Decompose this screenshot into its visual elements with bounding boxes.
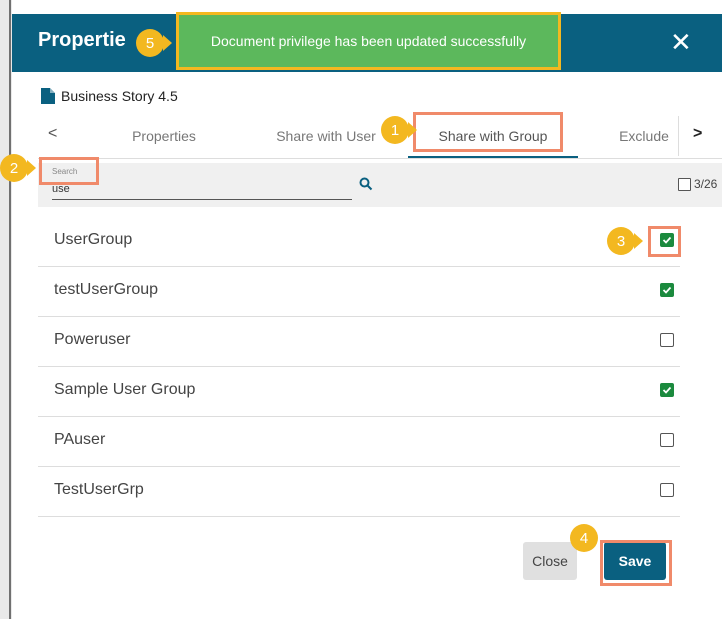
tab-properties[interactable]: Properties — [104, 116, 224, 156]
tab-share-with-group[interactable]: Share with Group — [408, 116, 578, 158]
tab-divider — [678, 116, 679, 156]
step-marker-pointer — [27, 160, 36, 176]
group-checkbox[interactable] — [660, 233, 674, 247]
group-name: UserGroup — [54, 231, 133, 248]
step-marker-pointer — [634, 233, 643, 249]
tab-share-with-user[interactable]: Share with User — [266, 116, 386, 156]
group-row[interactable]: UserGroup — [38, 216, 680, 267]
step-marker-pointer — [163, 35, 172, 51]
group-name: TestUserGrp — [54, 481, 144, 498]
success-toast: Document privilege has been updated succ… — [176, 12, 561, 70]
select-all-checkbox[interactable] — [678, 178, 691, 191]
check-icon — [662, 386, 672, 394]
properties-dialog: Propertie ✕ Business Story 4.5 < Propert… — [12, 0, 722, 619]
group-checkbox[interactable] — [660, 433, 674, 447]
group-checkbox[interactable] — [660, 283, 674, 297]
tab-prev-button[interactable]: < — [48, 116, 57, 152]
document-name: Business Story 4.5 — [61, 88, 178, 104]
check-icon — [662, 286, 672, 294]
group-row[interactable]: PAuser — [38, 416, 680, 467]
group-name: Sample User Group — [54, 381, 196, 398]
group-row[interactable]: TestUserGrp — [38, 466, 680, 517]
tab-bar: < Properties Share with User Share with … — [38, 116, 722, 159]
background-panel — [0, 0, 12, 619]
selection-count: 3/26 — [694, 177, 718, 191]
search-label: Search — [52, 167, 78, 176]
tab-exclude[interactable]: Exclude — [604, 116, 684, 156]
close-icon[interactable]: ✕ — [670, 29, 692, 55]
group-checkbox[interactable] — [660, 333, 674, 347]
step-marker-2: 2 — [0, 154, 28, 182]
search-bar: Search 3/26 — [38, 163, 722, 207]
group-name: PAuser — [54, 431, 106, 448]
save-button[interactable]: Save — [604, 542, 666, 580]
search-icon[interactable] — [359, 177, 373, 191]
step-marker-5: 5 — [136, 29, 164, 57]
step-marker-1: 1 — [381, 116, 409, 144]
close-button[interactable]: Close — [523, 542, 577, 580]
group-row[interactable]: Poweruser — [38, 316, 680, 367]
group-name: Poweruser — [54, 331, 131, 348]
dialog-title: Propertie — [38, 29, 126, 51]
toast-message: Document privilege has been updated succ… — [210, 33, 527, 49]
group-checkbox[interactable] — [660, 383, 674, 397]
document-info: Business Story 4.5 — [40, 86, 178, 106]
step-marker-4: 4 — [570, 524, 598, 552]
search-input[interactable] — [52, 179, 352, 200]
document-icon — [41, 88, 55, 104]
group-name: testUserGroup — [54, 281, 159, 298]
group-row[interactable]: testUserGroup — [38, 266, 680, 317]
tab-next-button[interactable]: > — [693, 116, 702, 152]
step-marker-pointer — [408, 122, 417, 138]
background-panel-edge — [9, 0, 11, 619]
group-row[interactable]: Sample User Group — [38, 366, 680, 417]
group-checkbox[interactable] — [660, 483, 674, 497]
check-icon — [662, 236, 672, 244]
step-marker-3: 3 — [607, 227, 635, 255]
